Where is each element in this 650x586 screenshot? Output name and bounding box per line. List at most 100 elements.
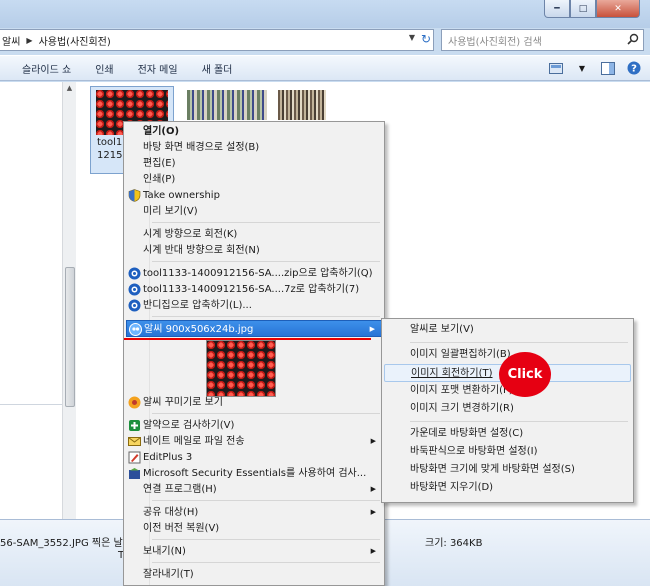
menu-separator — [152, 539, 380, 540]
menu-separator — [152, 562, 380, 563]
submenu-separator — [410, 421, 628, 422]
submenu-wall-fit-label: 바탕화면 크기에 맞게 바탕화면 설정(S) — [410, 464, 575, 475]
email-button[interactable]: 전자 메일 — [138, 61, 178, 76]
submenu-batch-edit-label: 이미지 일괄편집하기(B) — [410, 349, 511, 360]
submenu-convert-label: 이미지 포맷 변환하기(F) — [410, 385, 513, 396]
close-button[interactable]: ✕ — [596, 0, 640, 18]
menu-7z[interactable]: tool1133-1400912156-SA....7z로 압축하기(7) — [126, 281, 382, 298]
menu-share[interactable]: 공유 대상(H) ▶ — [126, 504, 382, 521]
mail-icon — [128, 437, 141, 446]
menu-alsee-decorate-label: 알씨 꾸미기로 보기 — [143, 397, 223, 408]
chevron-down-icon[interactable]: ▼ — [409, 33, 415, 42]
shield-icon — [128, 189, 141, 202]
menu-separator — [152, 500, 380, 501]
bandizip-icon — [128, 299, 141, 312]
menu-nate-mail[interactable]: 네이트 메일로 파일 전송 ▶ — [126, 433, 382, 450]
submenu-wall-tile-label: 바둑판식으로 바탕화면 설정(I) — [410, 446, 538, 457]
alsee-submenu: 알씨로 보기(V) 이미지 일괄편집하기(B) 이미지 회전하기(T) 이미지 … — [381, 318, 634, 503]
menu-print[interactable]: 인쇄(P) — [126, 171, 382, 188]
menu-restore[interactable]: 이전 버전 복원(V) — [126, 520, 382, 537]
submenu-view-label: 알씨로 보기(V) — [410, 324, 474, 335]
menu-alyac-scan[interactable]: 알약으로 검사하기(V) — [126, 417, 382, 434]
menu-send-to-label: 보내기(N) — [143, 546, 186, 557]
submenu-wall-center-label: 가운데로 바탕화면 설정(C) — [410, 428, 524, 439]
submenu-wall-center[interactable]: 가운데로 바탕화면 설정(C) — [384, 425, 631, 443]
menu-rotate-cw[interactable]: 시계 방향으로 회전(K) — [126, 226, 382, 243]
submenu-arrow-icon: ▶ — [370, 437, 376, 445]
menu-set-background-label: 바탕 화면 배경으로 설정(B) — [143, 142, 260, 153]
view-mode-icon[interactable] — [546, 59, 566, 77]
menu-set-background[interactable]: 바탕 화면 배경으로 설정(B) — [126, 139, 382, 156]
menu-cut[interactable]: 잘라내기(T) — [126, 566, 382, 583]
menu-preview[interactable]: 미리 보기(V) — [126, 203, 382, 220]
breadcrumb-separator-icon[interactable]: ▶ — [26, 36, 32, 45]
alsee-icon — [129, 323, 142, 336]
scrollbar-thumb[interactable] — [65, 267, 75, 407]
address-bar[interactable]: 알씨 ▶ 사용법(사진회전) ▼ ↻ — [0, 29, 434, 51]
details-size: 크기: 364KB — [425, 538, 483, 549]
details-filename: 56-SAM_3552.JPG 찍은 날 — [0, 538, 123, 549]
scroll-up-icon[interactable]: ▲ — [63, 84, 76, 92]
menu-print-label: 인쇄(P) — [143, 174, 176, 185]
menu-send-to[interactable]: 보내기(N) ▶ — [126, 543, 382, 560]
mse-icon — [129, 468, 140, 479]
bandizip-icon — [128, 283, 141, 296]
menu-edit-label: 편집(E) — [143, 158, 176, 169]
menu-separator — [152, 316, 380, 317]
menu-preview-label: 미리 보기(V) — [143, 206, 198, 217]
minimize-button[interactable]: ━ — [544, 0, 570, 18]
menu-alsee-label: 알씨 900x506x24b.jpg — [144, 324, 254, 335]
submenu-resize-label: 이미지 크기 변경하기(R) — [410, 403, 514, 414]
view-controls: ▼ ? — [546, 59, 650, 77]
menu-rotate-cw-label: 시계 방향으로 회전(K) — [143, 229, 238, 240]
submenu-arrow-icon: ▶ — [370, 485, 376, 493]
submenu-separator — [410, 342, 628, 343]
breadcrumb-folder[interactable]: 사용법(사진회전) — [39, 33, 111, 48]
vertical-scrollbar[interactable]: ▲ — [62, 82, 76, 519]
menu-separator — [152, 413, 380, 414]
menu-editplus-label: EditPlus 3 — [143, 452, 193, 463]
submenu-resize[interactable]: 이미지 크기 변경하기(R) — [384, 400, 631, 418]
menu-rotate-ccw[interactable]: 시계 반대 방향으로 회전(N) — [126, 242, 382, 259]
menu-open-with[interactable]: 연결 프로그램(H) ▶ — [126, 481, 382, 498]
menu-open[interactable]: 열기(O) — [126, 123, 382, 140]
menu-nate-mail-label: 네이트 메일로 파일 전송 — [143, 436, 245, 447]
submenu-wall-tile[interactable]: 바둑판식으로 바탕화면 설정(I) — [384, 443, 631, 461]
search-input[interactable]: 사용법(사진회전) 검색 — [441, 29, 644, 51]
slideshow-button[interactable]: 슬라이드 쇼 — [22, 61, 71, 76]
menu-editplus[interactable]: EditPlus 3 — [126, 449, 382, 466]
menu-share-label: 공유 대상(H) — [143, 507, 199, 518]
menu-open-with-label: 연결 프로그램(H) — [143, 484, 217, 495]
submenu-view[interactable]: 알씨로 보기(V) — [384, 321, 631, 339]
menu-alsee[interactable]: 알씨 900x506x24b.jpg ▶ — [126, 320, 382, 337]
breadcrumb-alsee[interactable]: 알씨 — [2, 33, 20, 48]
title-bar: ━ □ ✕ — [0, 0, 650, 28]
file-thumbnail-2[interactable] — [187, 90, 267, 120]
preview-pane-icon[interactable] — [598, 59, 618, 77]
refresh-icon[interactable]: ↻ — [421, 32, 431, 46]
help-icon[interactable]: ? — [624, 59, 644, 77]
maximize-button[interactable]: □ — [570, 0, 596, 18]
window-controls: ━ □ ✕ — [544, 0, 640, 18]
menu-open-label: 열기(O) — [143, 126, 180, 137]
menu-alyac-scan-label: 알약으로 검사하기(V) — [143, 420, 235, 431]
menu-alsee-decorate[interactable]: 알씨 꾸미기로 보기 — [126, 394, 382, 411]
menu-bandizip-label: 반디집으로 압축하기(L)... — [143, 300, 252, 311]
menu-bandizip[interactable]: 반디집으로 압축하기(L)... — [126, 297, 382, 314]
search-icon[interactable] — [627, 33, 639, 45]
file-thumbnail-3[interactable] — [278, 90, 326, 120]
menu-edit[interactable]: 편집(E) — [126, 155, 382, 172]
click-annotation-badge: Click — [499, 352, 551, 397]
menu-cut-label: 잘라내기(T) — [143, 569, 194, 580]
submenu-wall-clear[interactable]: 바탕화면 지우기(D) — [384, 479, 631, 497]
view-dropdown-icon[interactable]: ▼ — [572, 59, 592, 77]
submenu-wall-clear-label: 바탕화면 지우기(D) — [410, 482, 494, 493]
print-button[interactable]: 인쇄 — [95, 61, 113, 76]
menu-take-ownership[interactable]: Take ownership — [126, 187, 382, 204]
menu-zip[interactable]: tool1133-1400912156-SA....zip으로 압축하기(Q) — [126, 265, 382, 282]
submenu-wall-fit[interactable]: 바탕화면 크기에 맞게 바탕화면 설정(S) — [384, 461, 631, 479]
menu-mse-scan[interactable]: Microsoft Security Essentials를 사용하여 검사..… — [126, 465, 382, 482]
submenu-arrow-icon: ▶ — [369, 325, 375, 333]
submenu-arrow-icon: ▶ — [370, 508, 376, 516]
new-folder-button[interactable]: 새 폴더 — [202, 61, 233, 76]
